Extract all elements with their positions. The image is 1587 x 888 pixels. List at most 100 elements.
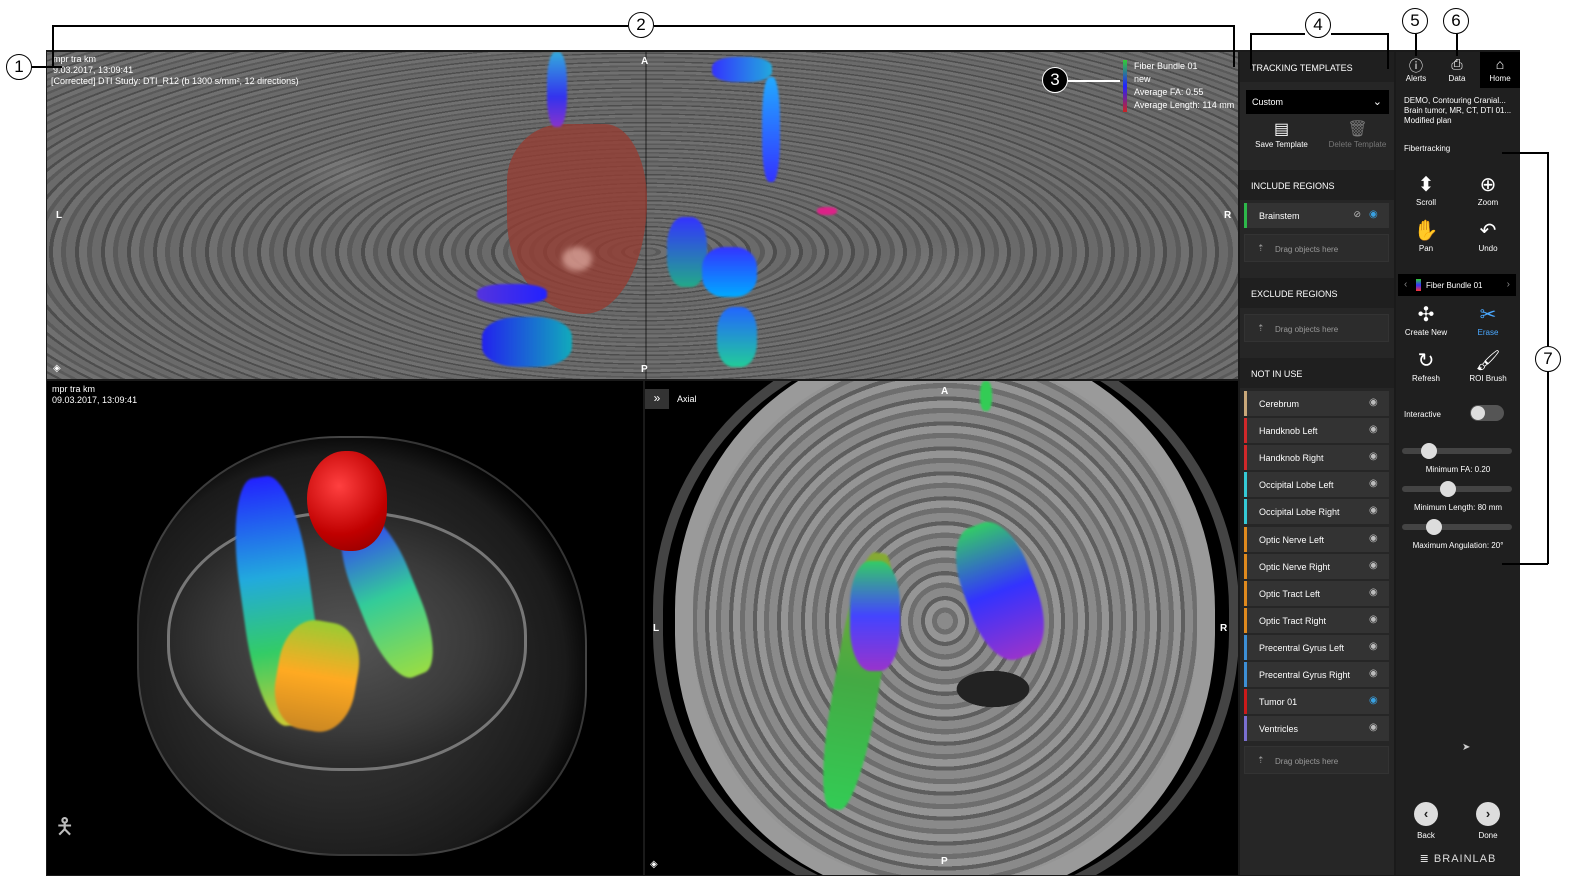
zoom-tool[interactable]: ⊕ Zoom <box>1458 172 1518 216</box>
eye-icon[interactable]: ◉ <box>1369 397 1382 408</box>
object-color-bar <box>1244 203 1247 228</box>
object-label: Precentral Gyrus Right <box>1259 670 1351 680</box>
eye-icon[interactable]: ◉ <box>1369 722 1382 733</box>
home-button[interactable]: ⌂ Home <box>1480 52 1520 88</box>
scroll-label: Scroll <box>1415 198 1436 207</box>
fiber-tract <box>477 284 547 304</box>
callout-6: 6 <box>1443 8 1469 34</box>
object-color-bar <box>1244 662 1247 687</box>
not-in-use-drop-zone[interactable]: ⇡ Drag objects here <box>1244 746 1389 774</box>
tumor-core <box>562 247 592 271</box>
object-label: Precentral Gyrus Left <box>1259 642 1345 653</box>
object-row[interactable]: Optic Tract Left ◉ <box>1244 580 1389 606</box>
object-label: Optic Tract Right <box>1259 615 1327 626</box>
eye-icon[interactable]: ◉ <box>1369 668 1382 679</box>
min-fa-slider[interactable] <box>1402 443 1512 459</box>
tumor-3d-model <box>307 451 387 551</box>
eye-icon[interactable]: ◉ <box>1369 587 1382 598</box>
expand-panel-button[interactable]: » <box>645 389 669 409</box>
object-row[interactable]: Handknob Left ◉ <box>1244 418 1389 444</box>
create-new-tool[interactable]: ✣ Create New <box>1396 302 1456 346</box>
fiber-bundle-selector[interactable]: ‹ Fiber Bundle 01 › <box>1398 274 1516 296</box>
alerts-button[interactable]: ⓘ Alerts <box>1396 52 1436 88</box>
object-row[interactable]: Brainstem ◉ ⊘ <box>1244 203 1389 228</box>
undo-tool[interactable]: ↶ Undo <box>1458 218 1518 262</box>
delete-template-button[interactable]: 🗑 Delete Template <box>1320 120 1395 158</box>
object-row[interactable]: Ventricles ◉ <box>1244 716 1389 742</box>
object-label: Optic Tract Left <box>1259 588 1321 599</box>
done-button[interactable]: › Done <box>1458 802 1518 846</box>
fiber-tract <box>667 217 707 287</box>
object-row[interactable]: Precentral Gyrus Right ◉ <box>1244 662 1389 687</box>
eye-icon[interactable]: ◉ <box>1369 614 1382 625</box>
object-row[interactable]: Tumor 01 ◉ <box>1244 689 1389 715</box>
min-fa-label: Minimum FA: 0.20 <box>1425 465 1491 474</box>
object-row[interactable]: Occipital Lobe Left ◉ <box>1244 472 1389 498</box>
object-row[interactable]: Precentral Gyrus Left ◉ <box>1244 634 1389 660</box>
roi-brush-tool[interactable]: 🖌 ROI Brush <box>1458 348 1518 392</box>
patient-figure-icon: 🯅 <box>55 814 75 839</box>
eye-icon[interactable]: ◉ <box>1369 209 1382 220</box>
pan-tool[interactable]: ✋ Pan <box>1396 218 1456 262</box>
brush-icon[interactable]: ⊘ <box>1353 209 1361 220</box>
slider-handle[interactable] <box>1420 443 1437 459</box>
brush-icon: 🖌 <box>1475 350 1501 372</box>
orientation-cube-icon: ◈ <box>650 859 658 870</box>
fiber-tract <box>482 317 572 367</box>
back-label: Back <box>1417 831 1435 840</box>
hand-icon: ✋ <box>1413 220 1439 242</box>
plan-line: DEMO, Contouring Cranial... <box>1404 96 1506 105</box>
object-row[interactable]: Cerebrum ◉ <box>1244 391 1389 416</box>
study-info: [Corrected] DTI Study: DTI_R12 (b 1300 s… <box>51 76 299 86</box>
slider-handle[interactable] <box>1425 519 1442 535</box>
exclude-drop-zone[interactable]: ⇡ Drag objects here <box>1244 314 1389 342</box>
object-row[interactable]: Handknob Right ◉ <box>1244 445 1389 471</box>
fiber-tract <box>817 207 837 215</box>
eye-icon[interactable]: ◉ <box>1369 505 1382 516</box>
drop-zone-label: Drag objects here <box>1275 325 1339 334</box>
save-icon: ▤ <box>1273 121 1290 138</box>
coronal-viewer[interactable]: mpr tra km 9.03.2017, 13:09:41 [Correcte… <box>47 52 1238 379</box>
back-button[interactable]: ‹ Back <box>1396 802 1456 846</box>
callout-2-line <box>52 25 54 67</box>
refresh-tool[interactable]: ↻ Refresh <box>1396 348 1456 392</box>
eye-icon[interactable]: ◉ <box>1369 424 1382 435</box>
eye-icon[interactable]: ◉ <box>1369 451 1382 462</box>
plan-info[interactable]: DEMO, Contouring Cranial... Brain tumor,… <box>1404 96 1518 126</box>
eye-icon[interactable]: ◉ <box>1369 695 1382 706</box>
callout-3-line <box>1068 80 1120 82</box>
series-datetime: 09.03.2017, 13:09:41 <box>52 395 138 405</box>
object-row[interactable]: Occipital Lobe Right ◉ <box>1244 499 1389 525</box>
template-select[interactable]: Custom ⌄ <box>1246 90 1389 114</box>
eye-icon[interactable]: ◉ <box>1369 478 1382 489</box>
callout-7-line <box>1502 563 1548 565</box>
erase-tool[interactable]: ✂ Erase <box>1458 302 1518 346</box>
brainlab-mark-icon: ≣ <box>1419 853 1434 865</box>
max-angulation-slider[interactable] <box>1402 519 1512 535</box>
object-color-bar <box>1244 689 1247 715</box>
min-length-slider[interactable] <box>1402 481 1512 497</box>
eye-icon[interactable]: ◉ <box>1369 560 1382 571</box>
object-row[interactable]: Optic Tract Right ◉ <box>1244 607 1389 633</box>
eye-icon[interactable]: ◉ <box>1369 533 1382 544</box>
data-button[interactable]: ⎙ Data <box>1437 52 1477 88</box>
plan-line: Brain tumor, MR, CT, DTI 01... <box>1404 106 1512 115</box>
interactive-toggle[interactable] <box>1470 405 1504 421</box>
min-length-label: Minimum Length: 80 mm <box>1413 503 1503 512</box>
slider-handle[interactable] <box>1439 481 1456 497</box>
plan-line: Modified plan <box>1404 116 1452 125</box>
chevron-right-icon[interactable]: › <box>1507 279 1510 290</box>
object-row[interactable]: Optic Nerve Right ◉ <box>1244 553 1389 579</box>
scroll-tool[interactable]: ⬍ Scroll <box>1396 172 1456 216</box>
eye-icon[interactable]: ◉ <box>1369 641 1382 652</box>
roi-brush-label: ROI Brush <box>1469 374 1507 383</box>
callout-7-line <box>1547 372 1549 564</box>
include-drop-zone[interactable]: ⇡ Drag objects here <box>1244 234 1389 262</box>
save-template-button[interactable]: ▤ Save Template <box>1244 120 1319 158</box>
view-label: Axial <box>677 394 697 404</box>
orientation-anterior: A <box>941 386 949 397</box>
3d-viewer[interactable]: mpr tra km 09.03.2017, 13:09:41 🯅 <box>47 381 643 875</box>
object-row[interactable]: Optic Nerve Left ◉ <box>1244 526 1389 552</box>
axial-viewer[interactable]: » Axial A P L R ◈ <box>645 381 1238 875</box>
chevron-left-icon[interactable]: ‹ <box>1404 279 1407 290</box>
